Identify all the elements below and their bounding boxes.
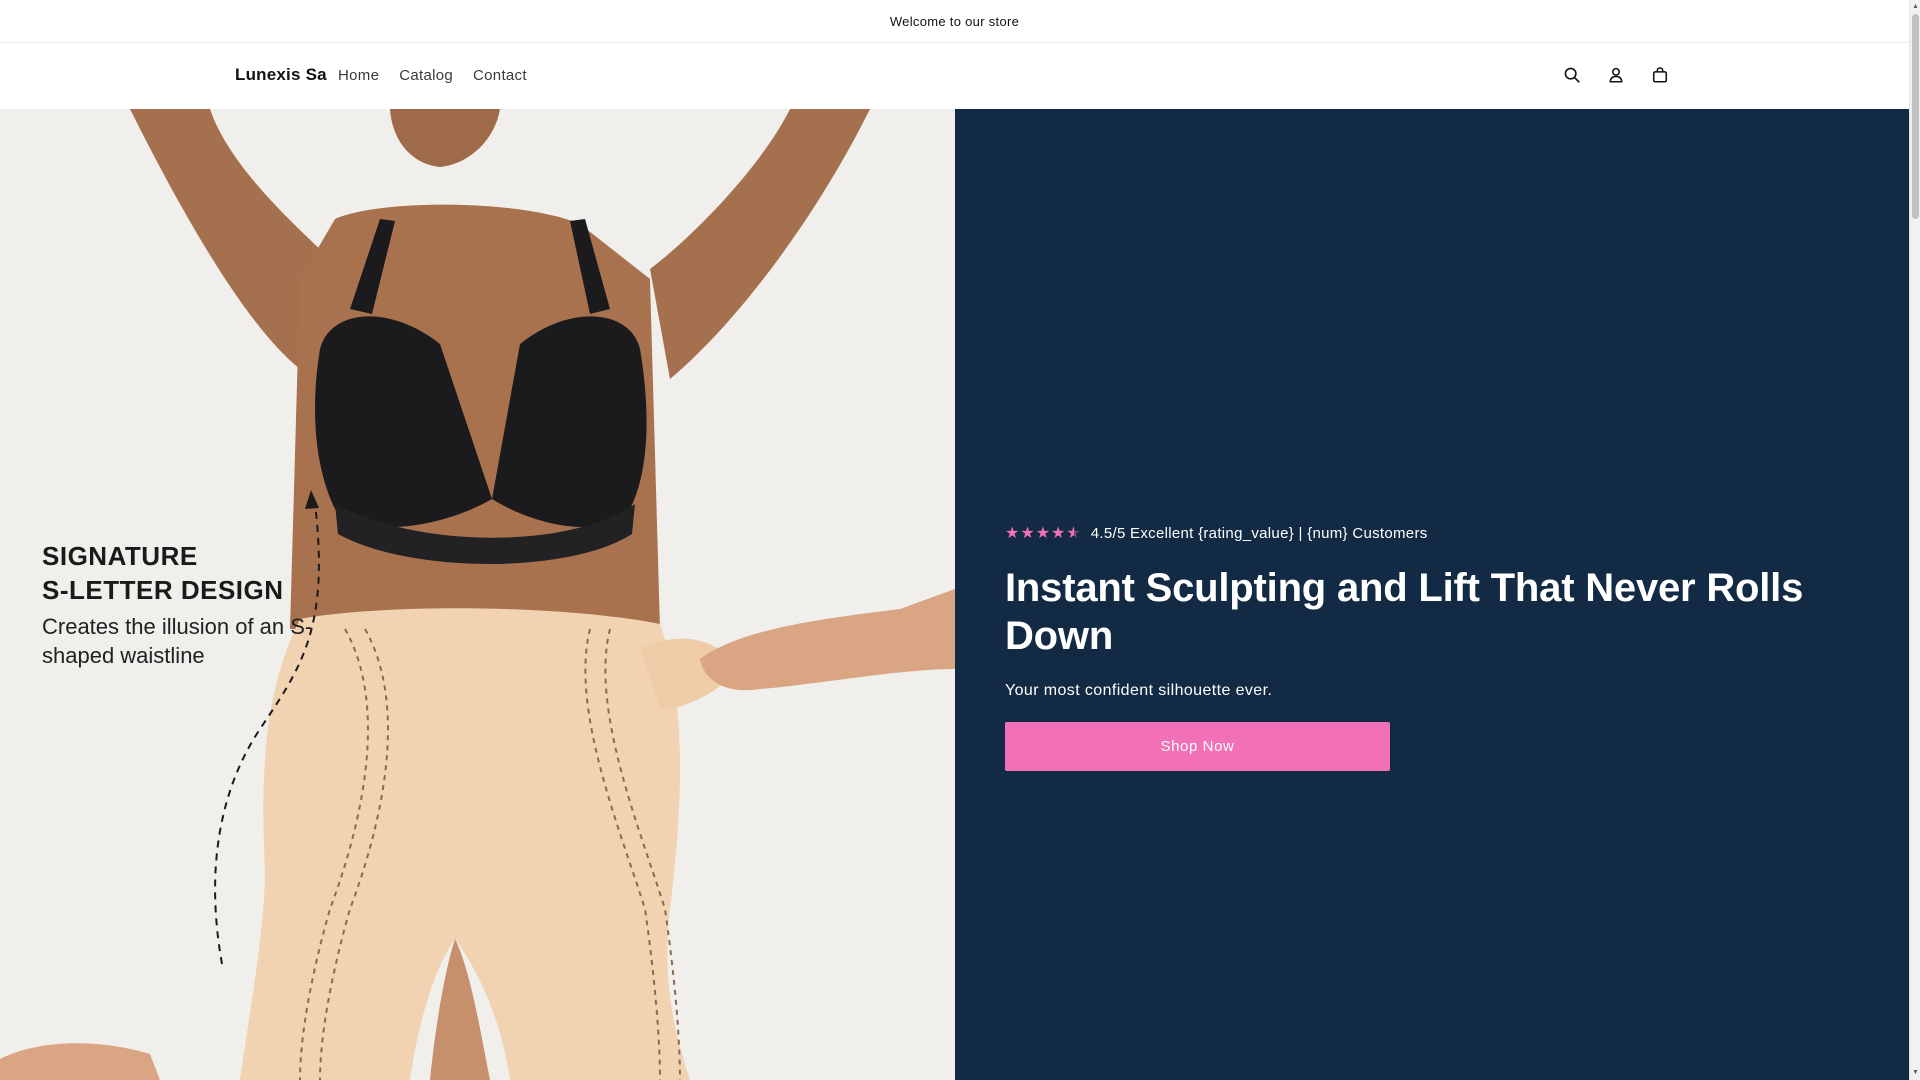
hero-product-image: SIGNATURE S-LETTER DESIGN Creates the il… [0, 109, 955, 1080]
rating-summary: ★ ★ ★ ★ ★ ★ 4.5/5 Excellent {rating_valu… [1005, 525, 1428, 542]
store-logo[interactable]: Lunexis Sa [235, 65, 327, 85]
page: Welcome to our store Lunexis Sa Home Cat… [0, 0, 1909, 1080]
star-icon: ★ [1051, 524, 1066, 542]
star-icon: ★ [1005, 524, 1020, 542]
scroll-up-icon[interactable]: ▲ [1911, 2, 1920, 12]
announcement-bar: Welcome to our store [0, 0, 1909, 43]
cart-icon[interactable] [1646, 61, 1674, 89]
scroll-down-icon[interactable]: ▼ [1911, 1068, 1920, 1078]
image-feature-title: SIGNATURE S-LETTER DESIGN [42, 539, 284, 607]
search-icon[interactable] [1558, 61, 1586, 89]
star-icon: ★ [1035, 524, 1051, 542]
hero-text-panel: ★ ★ ★ ★ ★ ★ 4.5/5 Excellent {rating_valu… [955, 109, 1909, 1080]
star-rating: ★ ★ ★ ★ ★ ★ [1005, 524, 1081, 542]
site-header: Lunexis Sa Home Catalog Contact [0, 43, 1909, 109]
hero-banner: SIGNATURE S-LETTER DESIGN Creates the il… [0, 109, 1909, 1080]
announcement-text: Welcome to our store [889, 13, 1020, 29]
image-feature-subtitle: Creates the illusion of an S-shaped wais… [42, 614, 313, 668]
rating-text: 4.5/5 Excellent {rating_value} | {num} C… [1090, 525, 1428, 542]
nav-home[interactable]: Home [338, 67, 379, 84]
account-icon[interactable] [1602, 61, 1630, 89]
image-title-line1: SIGNATURE [42, 541, 198, 571]
page-scrollbar[interactable]: ▲ ▼ [1909, 0, 1920, 1080]
hero-headline: Instant Sculpting and Lift That Never Ro… [1005, 566, 1804, 658]
star-icon: ★ [1020, 524, 1035, 542]
nav-catalog[interactable]: Catalog [399, 67, 453, 84]
image-title-line2: S-LETTER DESIGN [42, 575, 284, 605]
nav-contact[interactable]: Contact [473, 67, 527, 84]
hero-subheadline: Your most confident silhouette ever. [1005, 682, 1273, 699]
half-star-icon: ★ ★ [1066, 524, 1081, 542]
main-nav: Home Catalog Contact [338, 67, 527, 84]
header-actions [1558, 61, 1674, 89]
shop-now-button[interactable]: Shop Now [1005, 722, 1390, 771]
scrollbar-thumb[interactable] [1912, 14, 1919, 219]
